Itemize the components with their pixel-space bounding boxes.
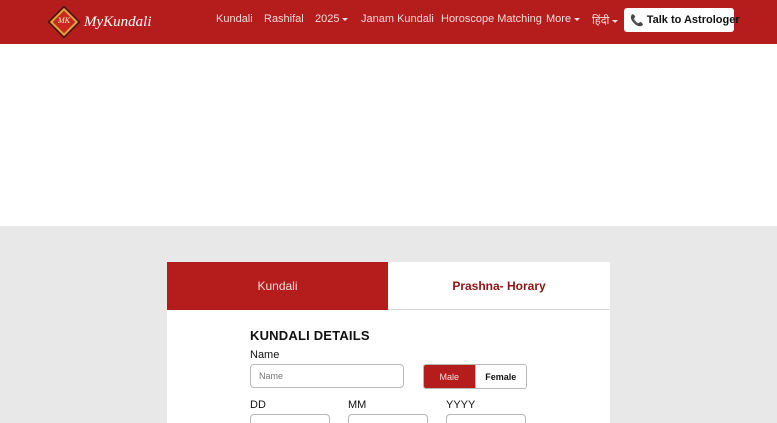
name-label: Name xyxy=(250,349,280,361)
gender-female-button[interactable]: Female xyxy=(474,365,526,388)
nav-item-horoscope-matching[interactable]: Horoscope Matching xyxy=(441,13,542,25)
tab-prashna-horary[interactable]: Prashna- Horary xyxy=(388,262,610,310)
dd-label: DD xyxy=(250,399,266,411)
gender-toggle: Male Female xyxy=(423,364,527,389)
day-input[interactable] xyxy=(250,414,330,423)
form-title: KUNDALI DETAILS xyxy=(250,328,370,343)
name-input[interactable] xyxy=(250,364,404,388)
talk-to-astrologer-button[interactable]: 📞 Talk to Astrologer xyxy=(624,8,740,32)
gender-male-button[interactable]: Male xyxy=(424,365,475,388)
chevron-down-icon xyxy=(612,19,619,23)
tab-kundali[interactable]: Kundali xyxy=(167,262,388,310)
nav-item-more[interactable]: More xyxy=(546,13,581,25)
logo-mark-icon: MK xyxy=(47,5,81,39)
yyyy-label: YYYY xyxy=(446,399,476,411)
brand-name: MyKundali xyxy=(84,13,152,30)
nav-item-language[interactable]: हिंदी xyxy=(592,13,619,28)
kundali-form-card: Kundali Prashna- Horary KUNDALI DETAILS … xyxy=(167,262,610,423)
top-navbar: MK MyKundali Kundali Rashifal 2025 Janam… xyxy=(0,0,777,44)
nav-item-2025-label: 2025 xyxy=(315,13,340,25)
mm-label: MM xyxy=(348,399,367,411)
talk-to-astrologer-label: Talk to Astrologer xyxy=(646,14,740,26)
chevron-down-icon xyxy=(342,17,349,21)
nav-item-more-label: More xyxy=(546,13,572,25)
banner-area xyxy=(0,44,777,226)
nav-item-2025[interactable]: 2025 xyxy=(315,13,349,25)
chevron-down-icon xyxy=(574,17,581,21)
nav-item-janam-kundali[interactable]: Janam Kundali xyxy=(361,13,434,25)
month-input[interactable] xyxy=(348,414,428,423)
brand-logo[interactable]: MK MyKundali xyxy=(47,5,152,39)
nav-item-language-label: हिंदी xyxy=(592,15,610,27)
nav-item-rashifal[interactable]: Rashifal xyxy=(264,13,304,25)
phone-icon: 📞 xyxy=(630,14,644,27)
nav-item-kundali[interactable]: Kundali xyxy=(216,13,253,25)
year-input[interactable] xyxy=(446,414,526,423)
